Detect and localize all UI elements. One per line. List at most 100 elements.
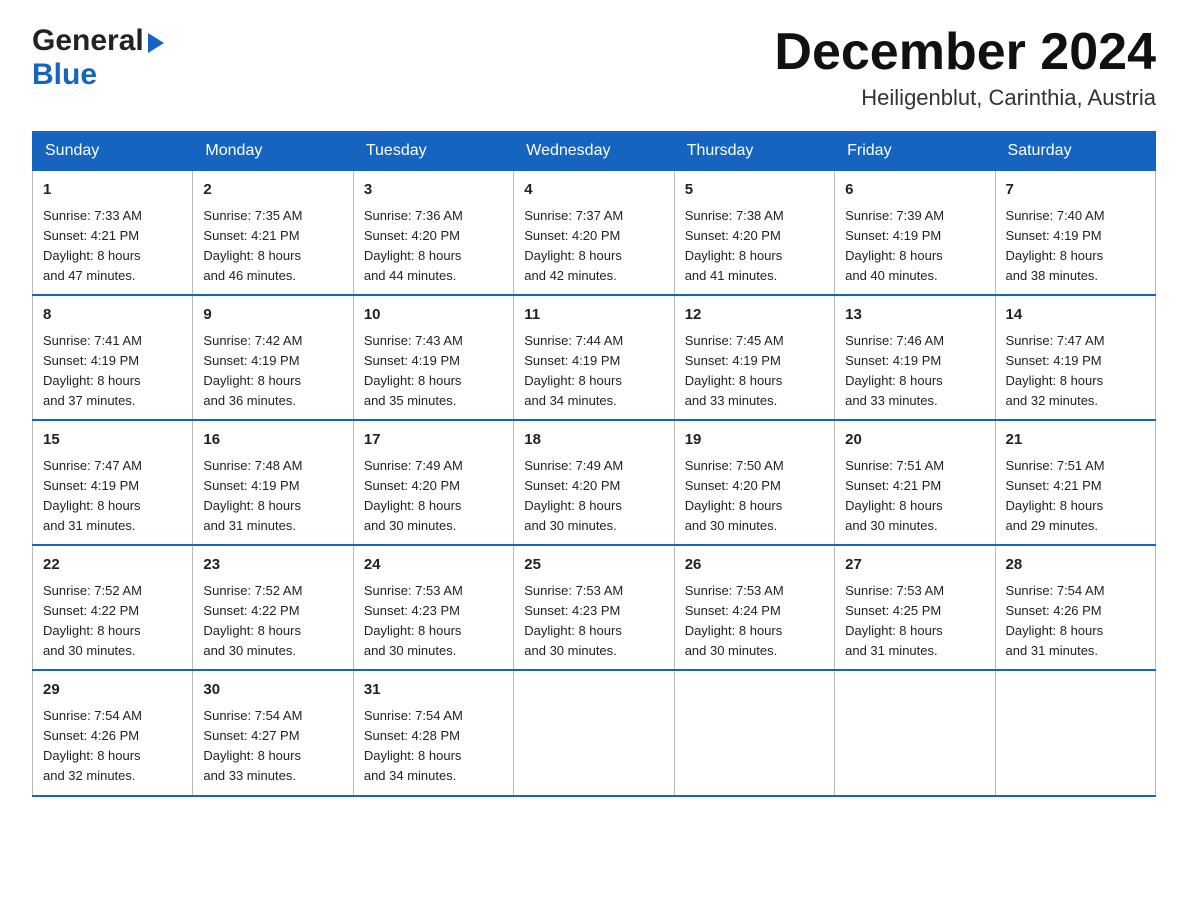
- day-number: 7: [1006, 179, 1145, 202]
- day-number: 23: [203, 554, 342, 577]
- calendar-week-row: 15 Sunrise: 7:47 AMSunset: 4:19 PMDaylig…: [33, 420, 1156, 545]
- table-row: 20 Sunrise: 7:51 AMSunset: 4:21 PMDaylig…: [835, 420, 995, 545]
- cell-info: Sunrise: 7:39 AMSunset: 4:19 PMDaylight:…: [845, 208, 944, 283]
- table-row: 25 Sunrise: 7:53 AMSunset: 4:23 PMDaylig…: [514, 545, 674, 670]
- col-monday: Monday: [193, 132, 353, 171]
- calendar-header-row: Sunday Monday Tuesday Wednesday Thursday…: [33, 132, 1156, 171]
- logo: General Blue: [32, 24, 164, 92]
- calendar-week-row: 22 Sunrise: 7:52 AMSunset: 4:22 PMDaylig…: [33, 545, 1156, 670]
- cell-info: Sunrise: 7:54 AMSunset: 4:26 PMDaylight:…: [1006, 583, 1105, 658]
- day-number: 30: [203, 679, 342, 702]
- day-number: 31: [364, 679, 503, 702]
- day-number: 24: [364, 554, 503, 577]
- day-number: 29: [43, 679, 182, 702]
- day-number: 17: [364, 429, 503, 452]
- table-row: 27 Sunrise: 7:53 AMSunset: 4:25 PMDaylig…: [835, 545, 995, 670]
- title-area: December 2024 Heiligenblut, Carinthia, A…: [774, 24, 1156, 111]
- table-row: 7 Sunrise: 7:40 AMSunset: 4:19 PMDayligh…: [995, 171, 1155, 296]
- day-number: 9: [203, 304, 342, 327]
- day-number: 22: [43, 554, 182, 577]
- cell-info: Sunrise: 7:54 AMSunset: 4:26 PMDaylight:…: [43, 708, 142, 783]
- table-row: 6 Sunrise: 7:39 AMSunset: 4:19 PMDayligh…: [835, 171, 995, 296]
- day-number: 8: [43, 304, 182, 327]
- cell-info: Sunrise: 7:48 AMSunset: 4:19 PMDaylight:…: [203, 458, 302, 533]
- table-row: 13 Sunrise: 7:46 AMSunset: 4:19 PMDaylig…: [835, 295, 995, 420]
- day-number: 4: [524, 179, 663, 202]
- day-number: 27: [845, 554, 984, 577]
- table-row: 4 Sunrise: 7:37 AMSunset: 4:20 PMDayligh…: [514, 171, 674, 296]
- cell-info: Sunrise: 7:47 AMSunset: 4:19 PMDaylight:…: [43, 458, 142, 533]
- cell-info: Sunrise: 7:53 AMSunset: 4:23 PMDaylight:…: [524, 583, 623, 658]
- cell-info: Sunrise: 7:53 AMSunset: 4:23 PMDaylight:…: [364, 583, 463, 658]
- col-thursday: Thursday: [674, 132, 834, 171]
- logo-arrow-icon: [148, 33, 164, 53]
- col-friday: Friday: [835, 132, 995, 171]
- table-row: 19 Sunrise: 7:50 AMSunset: 4:20 PMDaylig…: [674, 420, 834, 545]
- table-row: 18 Sunrise: 7:49 AMSunset: 4:20 PMDaylig…: [514, 420, 674, 545]
- table-row: 22 Sunrise: 7:52 AMSunset: 4:22 PMDaylig…: [33, 545, 193, 670]
- table-row: 12 Sunrise: 7:45 AMSunset: 4:19 PMDaylig…: [674, 295, 834, 420]
- table-row: [514, 670, 674, 795]
- table-row: 26 Sunrise: 7:53 AMSunset: 4:24 PMDaylig…: [674, 545, 834, 670]
- cell-info: Sunrise: 7:45 AMSunset: 4:19 PMDaylight:…: [685, 333, 784, 408]
- cell-info: Sunrise: 7:54 AMSunset: 4:28 PMDaylight:…: [364, 708, 463, 783]
- cell-info: Sunrise: 7:41 AMSunset: 4:19 PMDaylight:…: [43, 333, 142, 408]
- cell-info: Sunrise: 7:49 AMSunset: 4:20 PMDaylight:…: [524, 458, 623, 533]
- day-number: 13: [845, 304, 984, 327]
- table-row: 1 Sunrise: 7:33 AMSunset: 4:21 PMDayligh…: [33, 171, 193, 296]
- day-number: 21: [1006, 429, 1145, 452]
- table-row: 14 Sunrise: 7:47 AMSunset: 4:19 PMDaylig…: [995, 295, 1155, 420]
- table-row: 11 Sunrise: 7:44 AMSunset: 4:19 PMDaylig…: [514, 295, 674, 420]
- cell-info: Sunrise: 7:50 AMSunset: 4:20 PMDaylight:…: [685, 458, 784, 533]
- day-number: 12: [685, 304, 824, 327]
- cell-info: Sunrise: 7:43 AMSunset: 4:19 PMDaylight:…: [364, 333, 463, 408]
- day-number: 10: [364, 304, 503, 327]
- cell-info: Sunrise: 7:40 AMSunset: 4:19 PMDaylight:…: [1006, 208, 1105, 283]
- table-row: 28 Sunrise: 7:54 AMSunset: 4:26 PMDaylig…: [995, 545, 1155, 670]
- day-number: 20: [845, 429, 984, 452]
- calendar-week-row: 8 Sunrise: 7:41 AMSunset: 4:19 PMDayligh…: [33, 295, 1156, 420]
- cell-info: Sunrise: 7:47 AMSunset: 4:19 PMDaylight:…: [1006, 333, 1105, 408]
- table-row: 24 Sunrise: 7:53 AMSunset: 4:23 PMDaylig…: [353, 545, 513, 670]
- table-row: 23 Sunrise: 7:52 AMSunset: 4:22 PMDaylig…: [193, 545, 353, 670]
- page-header: General Blue December 2024 Heiligenblut,…: [32, 24, 1156, 111]
- day-number: 11: [524, 304, 663, 327]
- table-row: 8 Sunrise: 7:41 AMSunset: 4:19 PMDayligh…: [33, 295, 193, 420]
- table-row: 16 Sunrise: 7:48 AMSunset: 4:19 PMDaylig…: [193, 420, 353, 545]
- day-number: 6: [845, 179, 984, 202]
- col-sunday: Sunday: [33, 132, 193, 171]
- col-saturday: Saturday: [995, 132, 1155, 171]
- table-row: 15 Sunrise: 7:47 AMSunset: 4:19 PMDaylig…: [33, 420, 193, 545]
- cell-info: Sunrise: 7:46 AMSunset: 4:19 PMDaylight:…: [845, 333, 944, 408]
- logo-general-text: General: [32, 24, 144, 58]
- col-wednesday: Wednesday: [514, 132, 674, 171]
- table-row: [995, 670, 1155, 795]
- cell-info: Sunrise: 7:42 AMSunset: 4:19 PMDaylight:…: [203, 333, 302, 408]
- cell-info: Sunrise: 7:36 AMSunset: 4:20 PMDaylight:…: [364, 208, 463, 283]
- cell-info: Sunrise: 7:37 AMSunset: 4:20 PMDaylight:…: [524, 208, 623, 283]
- day-number: 16: [203, 429, 342, 452]
- day-number: 28: [1006, 554, 1145, 577]
- cell-info: Sunrise: 7:52 AMSunset: 4:22 PMDaylight:…: [43, 583, 142, 658]
- cell-info: Sunrise: 7:53 AMSunset: 4:25 PMDaylight:…: [845, 583, 944, 658]
- day-number: 25: [524, 554, 663, 577]
- calendar-week-row: 1 Sunrise: 7:33 AMSunset: 4:21 PMDayligh…: [33, 171, 1156, 296]
- cell-info: Sunrise: 7:33 AMSunset: 4:21 PMDaylight:…: [43, 208, 142, 283]
- day-number: 2: [203, 179, 342, 202]
- day-number: 3: [364, 179, 503, 202]
- logo-blue-text: Blue: [32, 58, 97, 91]
- day-number: 26: [685, 554, 824, 577]
- day-number: 18: [524, 429, 663, 452]
- month-title: December 2024: [774, 24, 1156, 81]
- table-row: [835, 670, 995, 795]
- cell-info: Sunrise: 7:53 AMSunset: 4:24 PMDaylight:…: [685, 583, 784, 658]
- location-text: Heiligenblut, Carinthia, Austria: [774, 85, 1156, 111]
- cell-info: Sunrise: 7:44 AMSunset: 4:19 PMDaylight:…: [524, 333, 623, 408]
- cell-info: Sunrise: 7:51 AMSunset: 4:21 PMDaylight:…: [1006, 458, 1105, 533]
- day-number: 1: [43, 179, 182, 202]
- cell-info: Sunrise: 7:35 AMSunset: 4:21 PMDaylight:…: [203, 208, 302, 283]
- day-number: 19: [685, 429, 824, 452]
- cell-info: Sunrise: 7:54 AMSunset: 4:27 PMDaylight:…: [203, 708, 302, 783]
- day-number: 14: [1006, 304, 1145, 327]
- cell-info: Sunrise: 7:38 AMSunset: 4:20 PMDaylight:…: [685, 208, 784, 283]
